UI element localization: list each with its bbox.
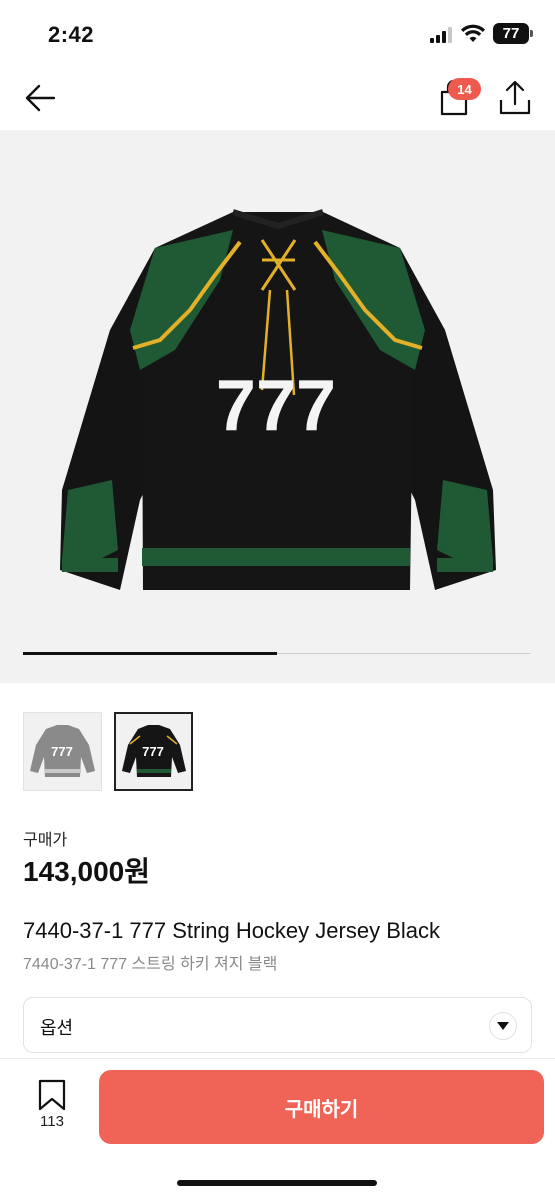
bottom-action-bar: 113 구매하기 xyxy=(0,1058,555,1200)
bookmark-icon xyxy=(38,1079,66,1111)
product-title: 7440-37-1 777 String Hockey Jersey Black xyxy=(23,918,440,943)
signal-icon xyxy=(430,27,452,43)
price-label: 구매가 xyxy=(23,832,68,849)
product-image[interactable]: 777 xyxy=(0,130,555,683)
option-label: 옵션 xyxy=(40,1018,74,1038)
jersey-number: 777 xyxy=(216,366,336,446)
image-progress-track xyxy=(23,652,531,655)
back-arrow-icon[interactable] xyxy=(22,80,58,116)
status-bar: 2:42 77 xyxy=(0,0,555,62)
thumbnail-black[interactable]: 777 xyxy=(114,712,193,791)
buy-button[interactable]: 구매하기 xyxy=(99,1070,544,1144)
thumbnail-number: 777 xyxy=(142,744,164,759)
cart-count-badge: 14 xyxy=(448,78,481,100)
bookmark-count: 113 xyxy=(40,1113,64,1130)
image-progress-fill xyxy=(23,652,277,655)
jersey-image: 777 xyxy=(60,209,496,590)
price-value: 143,000원 xyxy=(23,856,150,887)
battery-icon: 77 xyxy=(493,23,533,44)
bookmark-button[interactable]: 113 xyxy=(30,1079,74,1137)
home-indicator xyxy=(177,1180,377,1186)
chevron-down-icon[interactable] xyxy=(489,1012,517,1040)
wifi-icon xyxy=(461,24,485,42)
option-select[interactable]: 옵션 xyxy=(23,997,532,1053)
thumbnail-grey[interactable]: 777 xyxy=(23,712,102,791)
share-icon[interactable] xyxy=(498,80,532,116)
thumbnail-number: 777 xyxy=(51,744,73,759)
nav-bar: 14 xyxy=(0,62,555,130)
status-time: 2:42 xyxy=(48,22,95,47)
product-subtitle: 7440-37-1 777 스트링 하키 져지 블랙 xyxy=(23,956,278,973)
